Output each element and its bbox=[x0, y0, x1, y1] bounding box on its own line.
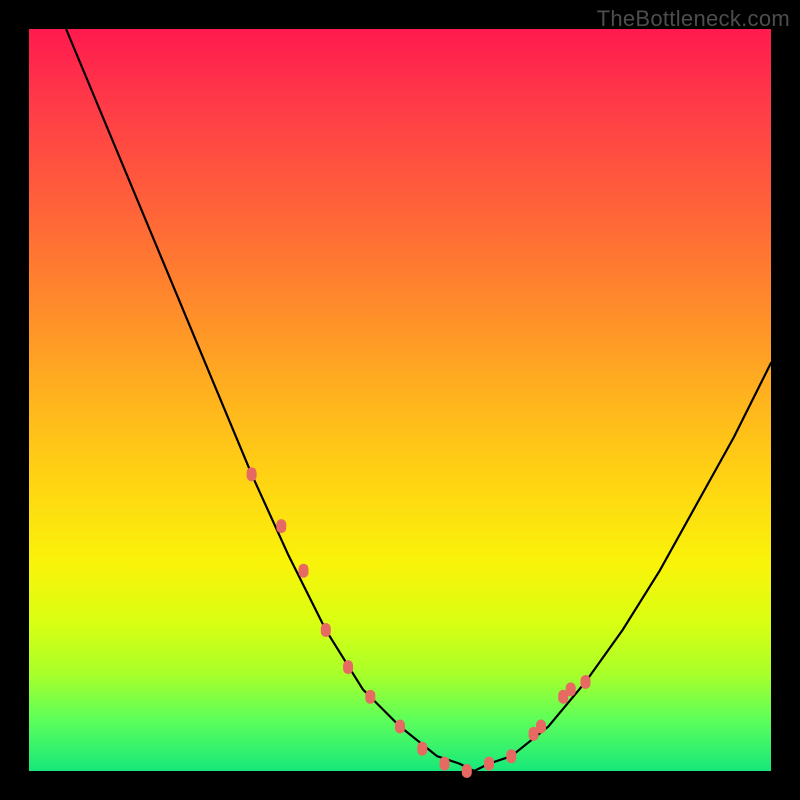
highlight-marker bbox=[506, 749, 516, 763]
highlight-marker bbox=[484, 757, 494, 771]
highlight-marker bbox=[276, 519, 286, 533]
highlight-marker bbox=[299, 564, 309, 578]
bottleneck-curve-svg bbox=[29, 29, 771, 771]
highlight-marker bbox=[321, 623, 331, 637]
highlight-marker bbox=[566, 682, 576, 696]
chart-frame: TheBottleneck.com bbox=[0, 0, 800, 800]
highlight-marker bbox=[440, 757, 450, 771]
highlight-marker bbox=[581, 675, 591, 689]
highlight-marker bbox=[247, 467, 257, 481]
highlight-marker bbox=[462, 764, 472, 778]
bottleneck-curve bbox=[29, 0, 771, 771]
highlight-marker bbox=[365, 690, 375, 704]
highlight-marker bbox=[343, 660, 353, 674]
highlight-marker bbox=[536, 720, 546, 734]
plot-area bbox=[29, 29, 771, 771]
watermark-text: TheBottleneck.com bbox=[597, 6, 790, 32]
highlight-marker bbox=[395, 720, 405, 734]
highlight-markers bbox=[247, 467, 591, 778]
highlight-marker bbox=[417, 742, 427, 756]
